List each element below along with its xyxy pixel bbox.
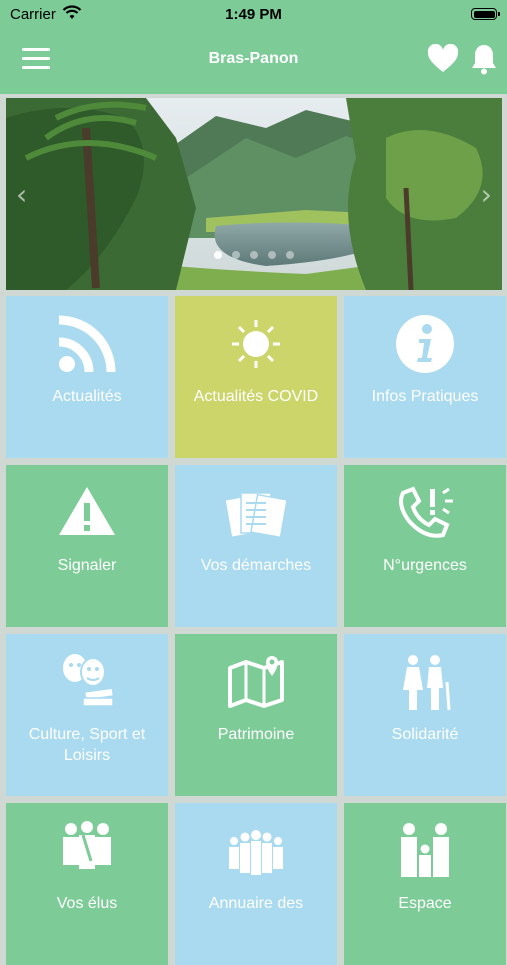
tile-label: Solidarité <box>391 726 459 743</box>
status-bar: Carrier 1:49 PM <box>0 0 507 30</box>
tile-label: Vos démarches <box>200 557 312 574</box>
tile-patrimoine[interactable]: Patrimoine <box>175 634 337 796</box>
documents-icon <box>226 492 286 539</box>
banner-carousel[interactable]: ‹ › <box>6 98 502 290</box>
tile-label: Annuaire des <box>208 895 304 912</box>
status-time: 1:49 PM <box>225 6 282 23</box>
tile-label: Signaler <box>57 557 117 574</box>
tile-culture-sport-loisirs[interactable]: Culture, Sport et Loisirs <box>6 634 168 796</box>
rss-icon <box>58 315 116 373</box>
tile-vos-demarches[interactable]: Vos démarches <box>175 465 337 627</box>
carousel-dot[interactable] <box>268 251 276 259</box>
map-icon <box>228 656 284 708</box>
carousel-dot[interactable] <box>286 251 294 259</box>
chevron-left-icon[interactable]: ‹ <box>16 178 27 211</box>
tile-infos-pratiques[interactable]: Infos Pratiques <box>344 296 506 458</box>
tile-actualites[interactable]: Actualités <box>6 296 168 458</box>
tile-label: Infos Pratiques <box>371 388 479 405</box>
officials-icon <box>63 821 111 869</box>
tile-label: Patrimoine <box>217 726 295 743</box>
tile-label: Actualités <box>52 388 122 405</box>
tile-actualites-covid[interactable]: Actualités COVID <box>175 296 337 458</box>
battery-icon <box>471 8 500 20</box>
theater-masks-icon <box>63 654 115 707</box>
family-icon <box>401 823 449 877</box>
tile-label: Vos élus <box>56 895 118 912</box>
tile-numeros-urgences[interactable]: N°urgences <box>344 465 506 627</box>
carousel-indicator <box>6 246 502 264</box>
emergency-phone-icon <box>399 486 453 538</box>
tile-vos-elus[interactable]: Vos élus <box>6 803 168 965</box>
tile-label: Culture, Sport et Loisirs <box>28 726 146 764</box>
tile-label: Actualités COVID <box>193 388 319 405</box>
tile-label: N°urgences <box>383 557 467 574</box>
tile-signaler[interactable]: Signaler <box>6 465 168 627</box>
top-bar: Carrier 1:49 PM Bras-Panon <box>0 0 507 94</box>
elderly-couple-icon <box>403 655 451 711</box>
sun-icon <box>232 320 280 368</box>
bell-icon[interactable] <box>470 43 498 75</box>
group-icon <box>229 830 283 875</box>
warning-icon <box>59 487 115 535</box>
carousel-dot[interactable] <box>214 251 222 259</box>
tile-espace[interactable]: Espace <box>344 803 506 965</box>
carousel-dot[interactable] <box>250 251 258 259</box>
tile-label: Espace <box>398 895 452 912</box>
chevron-right-icon[interactable]: › <box>481 178 492 211</box>
carousel-dot[interactable] <box>232 251 240 259</box>
navigation-bar: Bras-Panon <box>0 30 507 94</box>
tile-solidarite[interactable]: Solidarité <box>344 634 506 796</box>
heart-icon[interactable] <box>427 44 459 74</box>
tile-annuaire[interactable]: Annuaire des <box>175 803 337 965</box>
info-icon <box>396 315 454 373</box>
